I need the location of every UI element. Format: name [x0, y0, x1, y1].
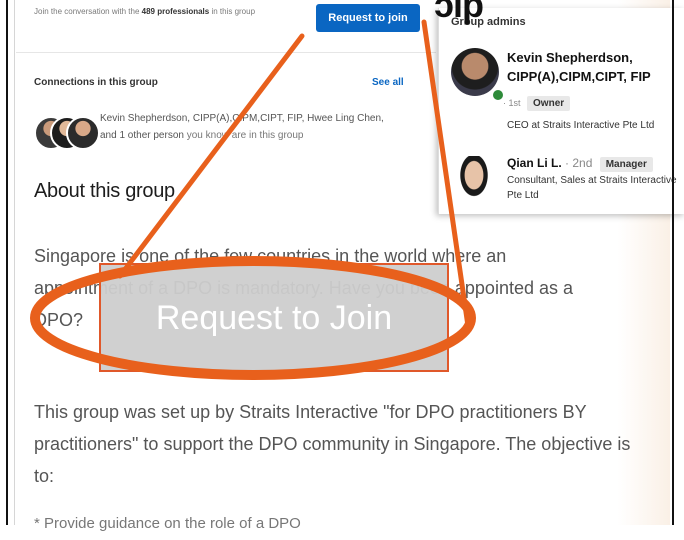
annotation-overlay: [30, 19, 476, 380]
pointer-line-left: [117, 33, 305, 279]
highlight-ellipse: [30, 256, 476, 380]
